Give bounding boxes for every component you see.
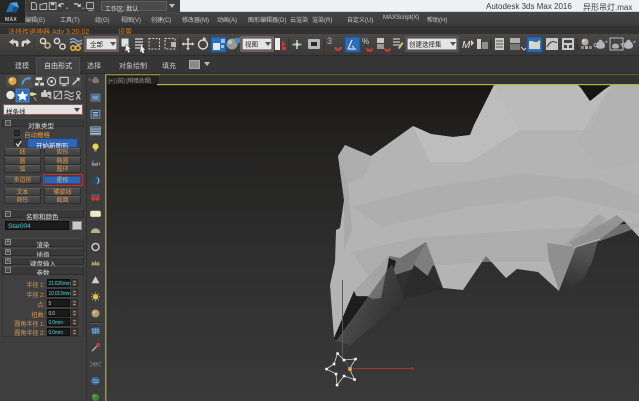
svg-text:M: M — [462, 40, 471, 51]
svg-text:视图: 视图 — [245, 40, 258, 49]
svg-text:3: 3 — [327, 36, 332, 46]
svg-text:全部: 全部 — [90, 40, 104, 49]
svg-text:%: % — [362, 37, 369, 46]
svg-text:[+] [前] [明暗处理]: [+] [前] [明暗处理] — [109, 76, 152, 84]
svg-text:创建选择集: 创建选择集 — [409, 40, 442, 49]
